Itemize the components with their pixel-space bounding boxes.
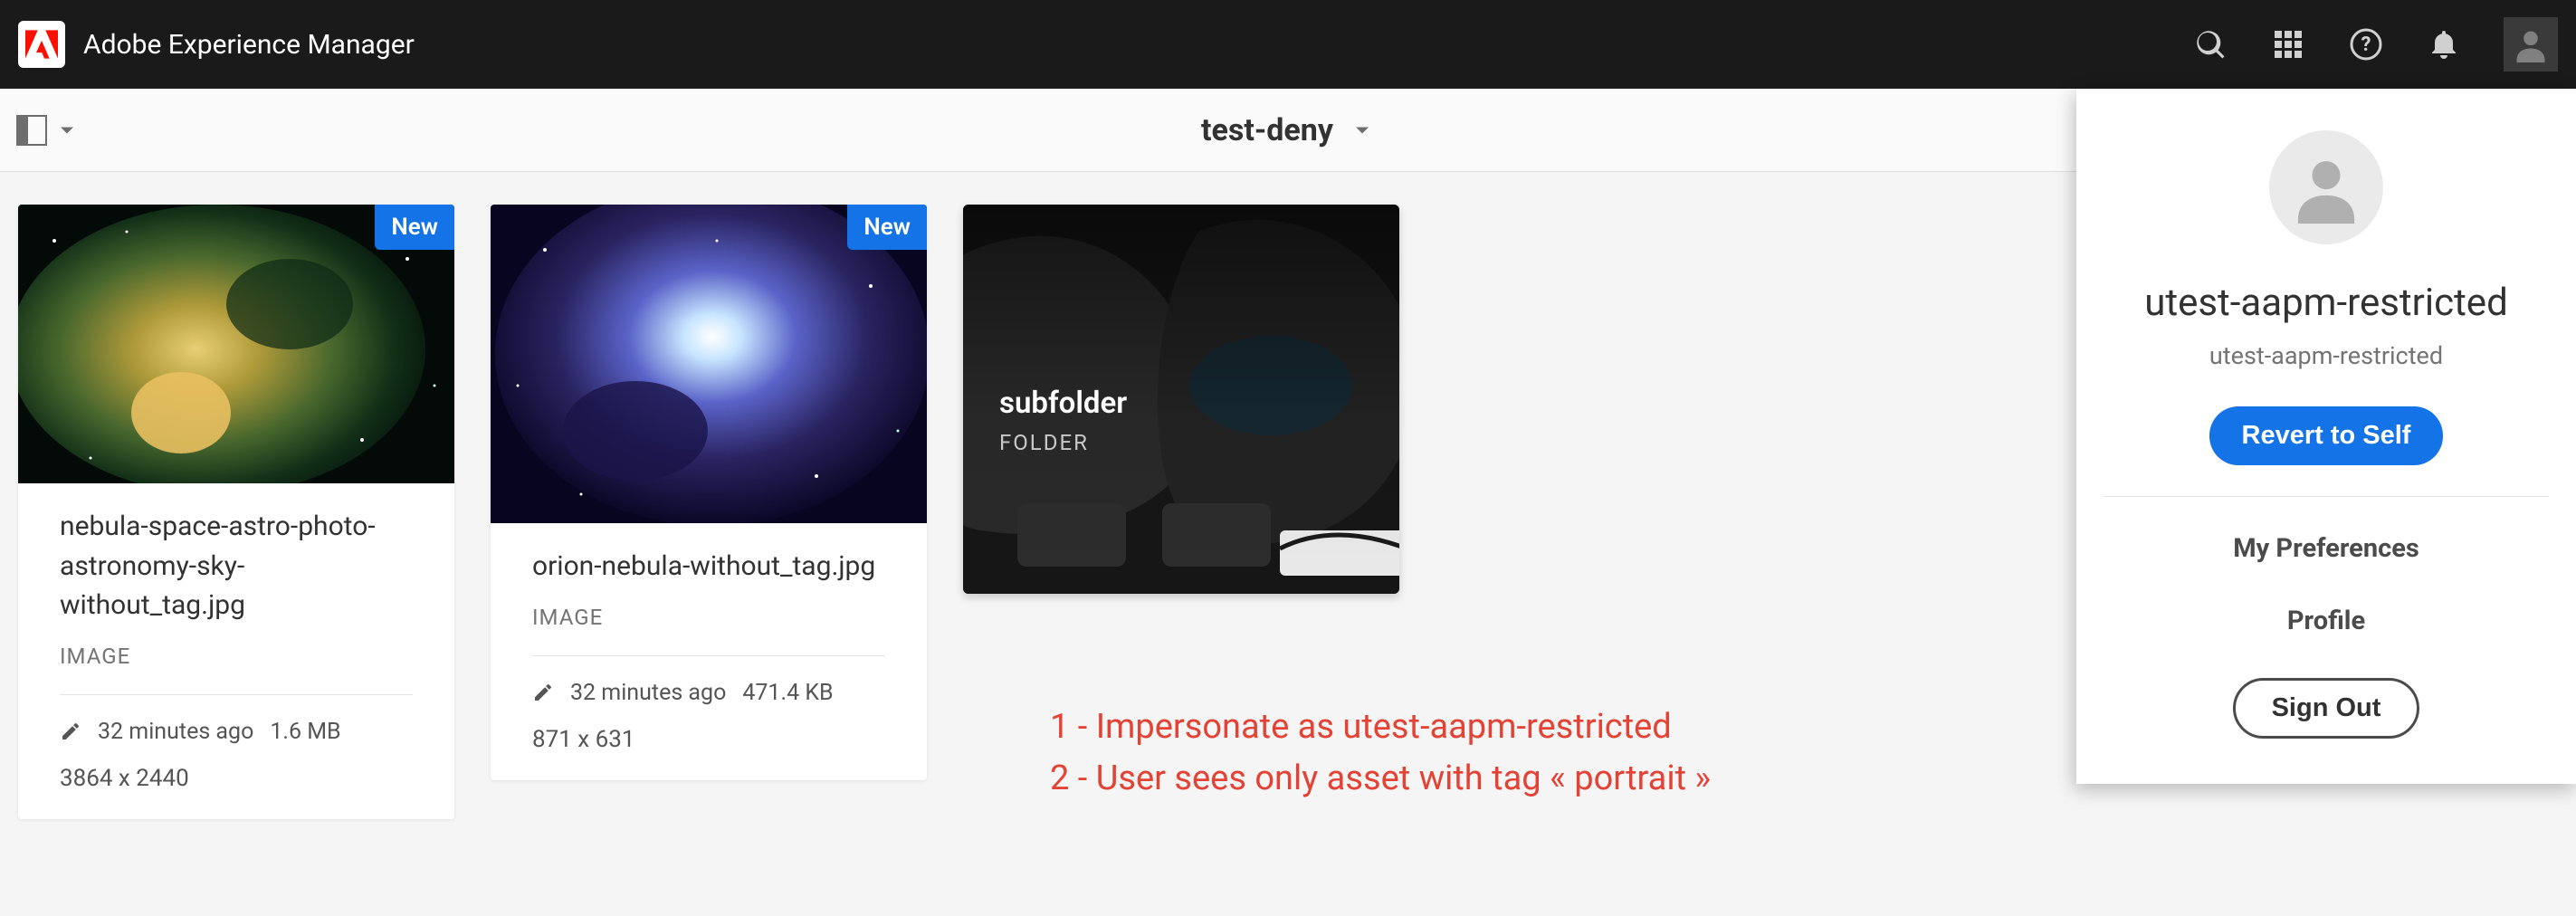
folder-label-group: subfolder FOLDER bbox=[999, 386, 1127, 455]
asset-card[interactable]: New orion-nebula-without_tag.jpg IMAGE 3… bbox=[491, 205, 927, 780]
folder-type-label: FOLDER bbox=[999, 430, 1127, 455]
rail-left-icon bbox=[16, 115, 47, 146]
user-avatar-button[interactable] bbox=[2504, 17, 2558, 72]
asset-card-body: nebula-space-astro-photo-astronomy-sky-w… bbox=[18, 483, 454, 819]
new-badge: New bbox=[847, 205, 927, 250]
view-switcher[interactable] bbox=[16, 115, 80, 146]
revert-to-self-button[interactable]: Revert to Self bbox=[2209, 406, 2444, 465]
asset-filename: nebula-space-astro-photo-astronomy-sky-w… bbox=[60, 507, 413, 625]
asset-type-label: IMAGE bbox=[532, 605, 885, 630]
help-icon[interactable]: ? bbox=[2348, 26, 2384, 62]
divider bbox=[2104, 496, 2549, 497]
asset-meta-row: 32 minutes ago 471.4 KB bbox=[532, 680, 885, 706]
app-title: Adobe Experience Manager bbox=[83, 29, 415, 61]
divider bbox=[60, 694, 413, 695]
folder-card[interactable]: subfolder FOLDER bbox=[963, 205, 1399, 594]
breadcrumb-current: test-deny bbox=[1201, 112, 1333, 148]
breadcrumb[interactable]: test-deny bbox=[1201, 112, 1375, 148]
asset-meta-row: 32 minutes ago 1.6 MB bbox=[60, 719, 413, 745]
adobe-logo-icon[interactable] bbox=[18, 21, 65, 68]
asset-thumbnail: New bbox=[18, 205, 454, 483]
annotation-line: 2 - User sees only asset with tag « port… bbox=[1050, 753, 1711, 805]
pencil-icon bbox=[60, 720, 81, 742]
profile-link[interactable]: Profile bbox=[2287, 606, 2365, 636]
svg-text:?: ? bbox=[2361, 33, 2371, 56]
asset-modified: 32 minutes ago bbox=[570, 680, 726, 706]
asset-dimensions: 3864 x 2440 bbox=[60, 765, 413, 792]
folder-name: subfolder bbox=[999, 386, 1127, 421]
chevron-down-icon bbox=[54, 118, 80, 143]
header-right: ? bbox=[2192, 17, 2558, 72]
popover-avatar-icon bbox=[2269, 130, 2383, 244]
asset-dimensions: 871 x 631 bbox=[532, 726, 885, 753]
pencil-icon bbox=[532, 682, 554, 703]
asset-card[interactable]: New nebula-space-astro-photo-astronomy-s… bbox=[18, 205, 454, 819]
my-preferences-link[interactable]: My Preferences bbox=[2233, 533, 2419, 564]
new-badge: New bbox=[375, 205, 454, 250]
annotation-overlay: 1 - Impersonate as utest-aapm-restricted… bbox=[1050, 701, 1711, 805]
asset-size: 471.4 KB bbox=[742, 680, 833, 706]
asset-size: 1.6 MB bbox=[270, 719, 340, 745]
user-popover: utest-aapm-restricted utest-aapm-restric… bbox=[2076, 89, 2576, 784]
sign-out-button[interactable]: Sign Out bbox=[2233, 678, 2420, 739]
bell-icon[interactable] bbox=[2426, 26, 2462, 62]
chevron-down-icon bbox=[1350, 118, 1375, 143]
asset-filename: orion-nebula-without_tag.jpg bbox=[532, 547, 885, 587]
asset-modified: 32 minutes ago bbox=[98, 719, 253, 745]
search-icon[interactable] bbox=[2192, 26, 2228, 62]
asset-thumbnail: New bbox=[491, 205, 927, 523]
asset-type-label: IMAGE bbox=[60, 644, 413, 669]
divider bbox=[532, 655, 885, 656]
header-left: Adobe Experience Manager bbox=[18, 21, 415, 68]
annotation-line: 1 - Impersonate as utest-aapm-restricted bbox=[1050, 701, 1711, 753]
apps-grid-icon[interactable] bbox=[2270, 26, 2306, 62]
popover-display-name: utest-aapm-restricted bbox=[2144, 281, 2508, 325]
global-header: Adobe Experience Manager ? bbox=[0, 0, 2576, 89]
popover-user-id: utest-aapm-restricted bbox=[2209, 341, 2443, 370]
asset-card-body: orion-nebula-without_tag.jpg IMAGE 32 mi… bbox=[491, 523, 927, 780]
